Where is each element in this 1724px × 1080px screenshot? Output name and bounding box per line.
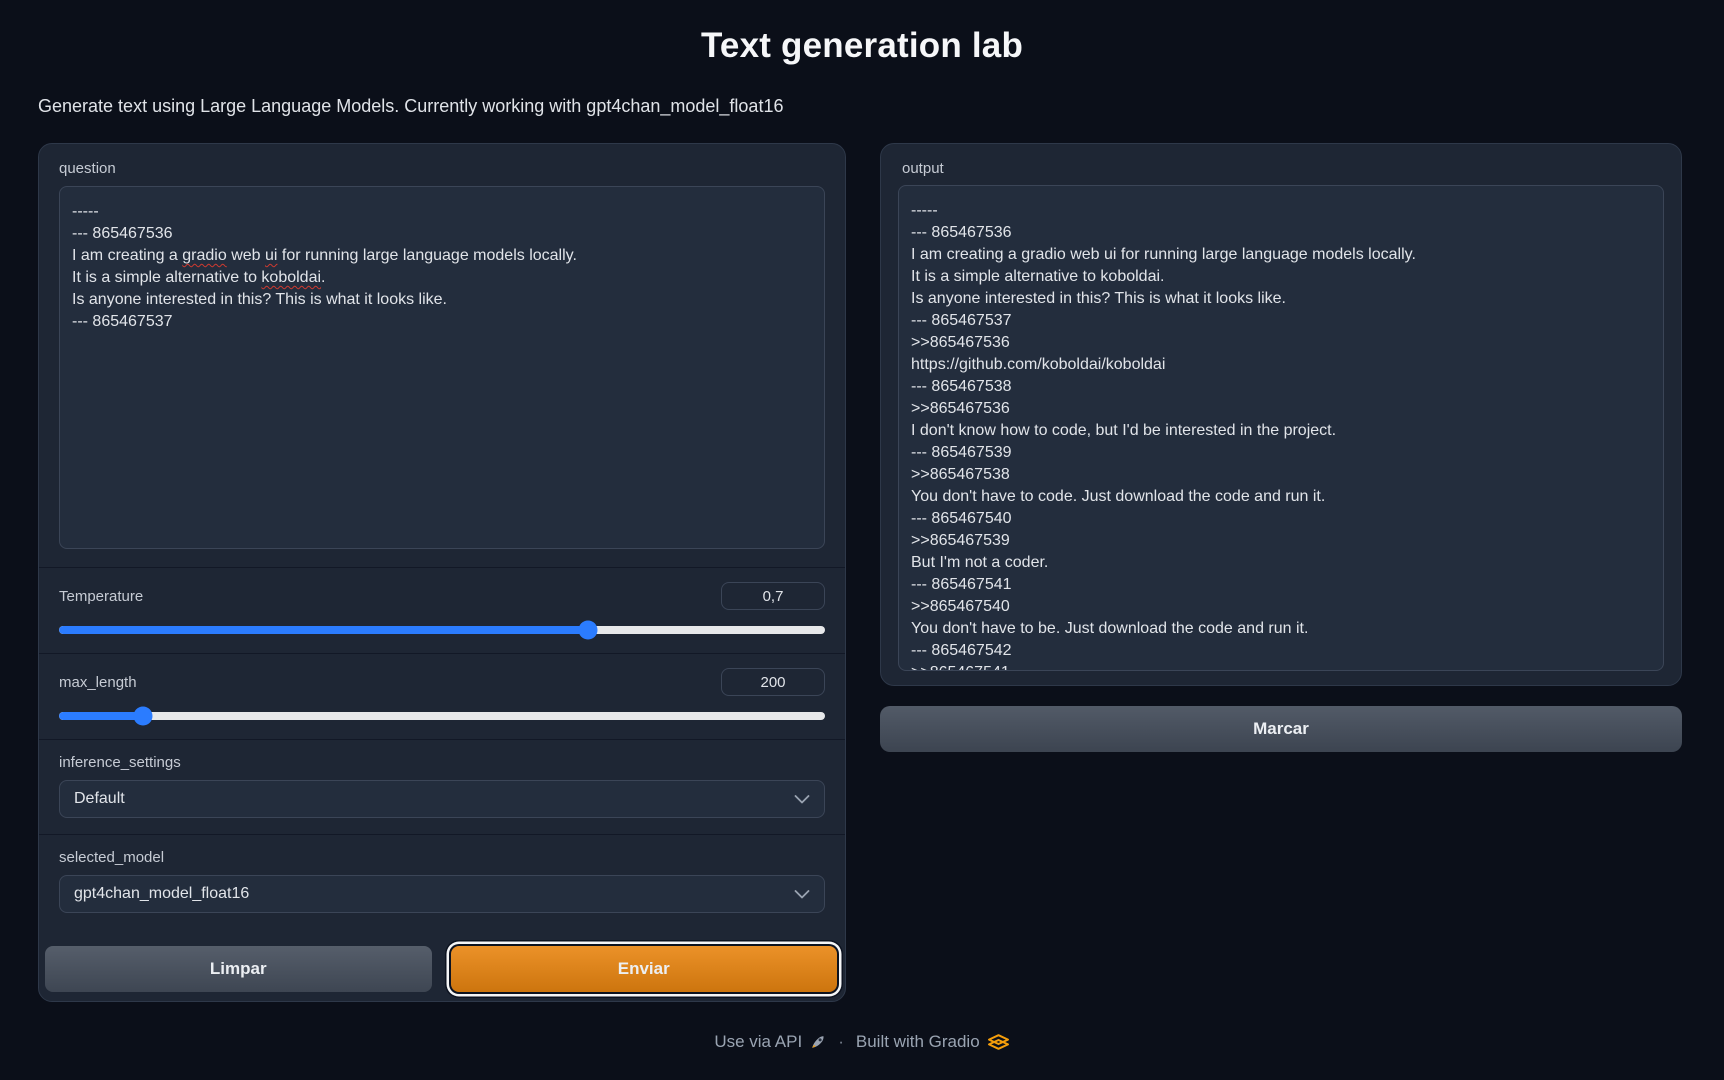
temperature-slider[interactable] xyxy=(59,620,825,639)
button-row: Limpar Enviar xyxy=(45,946,839,992)
output-label: output xyxy=(902,160,1664,177)
clear-button[interactable]: Limpar xyxy=(45,946,432,992)
question-label: question xyxy=(59,160,825,177)
built-with-gradio-link[interactable]: Built with Gradio xyxy=(856,1032,1010,1052)
output-panel: output ----- --- 865467536 I am creating… xyxy=(880,143,1682,686)
max-length-label: max_length xyxy=(59,674,137,691)
temperature-slider-fill xyxy=(59,626,588,634)
output-column: output ----- --- 865467536 I am creating… xyxy=(880,143,1682,752)
max-length-slider-track[interactable] xyxy=(59,712,825,720)
chevron-down-icon xyxy=(794,890,810,899)
page-title: Text generation lab xyxy=(0,0,1724,66)
output-textarea[interactable]: ----- --- 865467536 I am creating a grad… xyxy=(898,185,1664,671)
rocket-icon xyxy=(809,1034,826,1051)
max-length-slider[interactable] xyxy=(59,706,825,725)
inference-settings-block: inference_settings Default xyxy=(39,740,845,834)
max-length-slider-handle[interactable] xyxy=(134,706,153,725)
max-length-slider-fill xyxy=(59,712,143,720)
selected-model-value: gpt4chan_model_float16 xyxy=(74,885,249,903)
inference-settings-label: inference_settings xyxy=(59,754,825,771)
submit-button[interactable]: Enviar xyxy=(451,946,838,992)
temperature-slider-track[interactable] xyxy=(59,626,825,634)
selected-model-dropdown[interactable]: gpt4chan_model_float16 xyxy=(59,875,825,913)
temperature-slider-handle[interactable] xyxy=(578,620,597,639)
max-length-block: max_length 200 xyxy=(39,654,845,739)
input-panel: question -------- 865467536I am creating… xyxy=(38,143,846,1002)
main-row: question -------- 865467536I am creating… xyxy=(0,117,1724,1002)
use-via-api-link[interactable]: Use via API xyxy=(714,1032,826,1052)
page-subtitle: Generate text using Large Language Model… xyxy=(38,96,1724,117)
built-with-gradio-label: Built with Gradio xyxy=(856,1032,980,1052)
inference-settings-dropdown[interactable]: Default xyxy=(59,780,825,818)
chevron-down-icon xyxy=(794,795,810,804)
inference-settings-value: Default xyxy=(74,790,125,808)
question-block: question -------- 865467536I am creating… xyxy=(39,144,845,567)
flag-button[interactable]: Marcar xyxy=(880,706,1682,752)
app-root: Text generation lab Generate text using … xyxy=(0,0,1724,1080)
footer-separator: · xyxy=(838,1032,844,1052)
selected-model-label: selected_model xyxy=(59,849,825,866)
question-textarea[interactable]: -------- 865467536I am creating a gradio… xyxy=(59,186,825,549)
max-length-value-input[interactable]: 200 xyxy=(721,668,825,696)
footer: Use via API · Built with Gradio xyxy=(0,1032,1724,1052)
gradio-logo-icon xyxy=(987,1034,1010,1050)
temperature-label: Temperature xyxy=(59,588,143,605)
temperature-block: Temperature 0,7 xyxy=(39,568,845,653)
selected-model-block: selected_model gpt4chan_model_float16 xyxy=(39,835,845,929)
temperature-value-input[interactable]: 0,7 xyxy=(721,582,825,610)
use-via-api-label: Use via API xyxy=(714,1032,802,1052)
